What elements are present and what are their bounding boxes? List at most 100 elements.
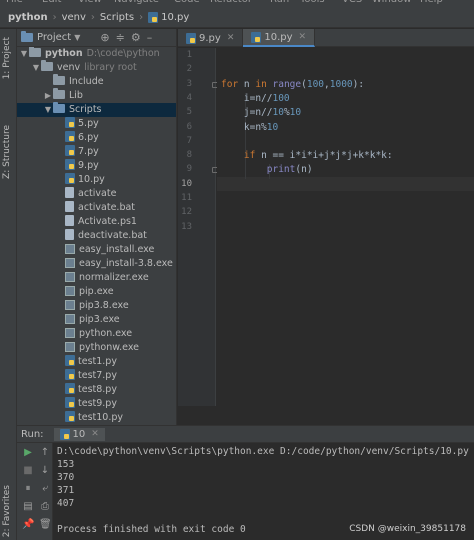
tree-item[interactable]: test1.py — [17, 355, 176, 369]
menu-item[interactable]: Refactor — [210, 0, 252, 5]
breadcrumb-separator-icon: › — [139, 12, 144, 23]
editor-tab[interactable]: 10.py ✕ — [243, 29, 316, 47]
favorites-side-tab[interactable]: 2: Favorites — [2, 485, 12, 537]
project-panel: Project ▼ ⊕ ≑ ⚙ – ▼ python D:\code\python ▼… — [17, 29, 177, 425]
tree-item[interactable]: 10.py — [17, 173, 176, 187]
tree-item-label: venv — [57, 62, 81, 73]
python-file-icon — [65, 355, 75, 366]
tree-item[interactable]: 5.py — [17, 117, 176, 131]
tree-item[interactable]: activate — [17, 187, 176, 201]
expand-arrow-icon[interactable]: ▼ — [31, 61, 41, 75]
collapse-arrow-icon[interactable]: ▶ — [43, 89, 53, 103]
print-icon[interactable]: ⎙ — [39, 501, 51, 513]
tree-item[interactable]: ▶ Lib — [17, 88, 176, 103]
run-config-tab[interactable]: 10 ✕ — [53, 427, 105, 441]
project-toolbar: Project ▼ ⊕ ≑ ⚙ – — [17, 29, 176, 47]
stop-icon[interactable]: ■ — [22, 465, 34, 477]
pause-icon[interactable]: ⏸ — [22, 483, 34, 495]
tree-item[interactable]: deactivate.bat — [17, 229, 176, 243]
folder-icon — [29, 47, 41, 57]
tree-item[interactable]: pip3.8.exe — [17, 299, 176, 313]
tree-item[interactable]: test8.py — [17, 383, 176, 397]
hide-panel-icon[interactable]: – — [147, 31, 153, 44]
layout-icon[interactable]: ▤ — [22, 501, 34, 513]
line-number: 7 — [186, 135, 192, 146]
tree-item[interactable]: 6.py — [17, 131, 176, 145]
tree-item-label: 5.py — [78, 118, 99, 129]
tree-item[interactable]: ▼ python D:\code\python — [17, 47, 176, 61]
console-line: 153 — [57, 459, 75, 470]
tree-item[interactable]: Activate.ps1 — [17, 215, 176, 229]
console-line: 407 — [57, 498, 75, 509]
line-number: 8 — [186, 150, 192, 161]
trash-icon[interactable]: 🗑 — [39, 519, 52, 531]
tree-item[interactable]: 7.py — [17, 145, 176, 159]
text-file-icon — [65, 215, 74, 226]
tree-item[interactable]: pip3.exe — [17, 313, 176, 327]
menu-item[interactable]: Code — [174, 0, 200, 5]
tree-item-label: pip3.8.exe — [79, 300, 129, 311]
locate-target-icon[interactable]: ⊕ — [100, 31, 109, 44]
structure-side-tab[interactable]: Z: Structure — [2, 125, 12, 179]
tree-item[interactable]: python.exe — [17, 327, 176, 341]
tree-item[interactable]: Include — [17, 74, 176, 89]
project-tree: ▼ python D:\code\python ▼ venv library root In… — [17, 47, 176, 425]
tree-item[interactable]: test9.py — [17, 397, 176, 411]
tree-item[interactable]: pythonw.exe — [17, 341, 176, 355]
python-file-icon — [186, 32, 196, 44]
soft-wrap-icon[interactable]: ⤶ — [39, 483, 51, 495]
menu-item[interactable]: Run — [270, 0, 289, 5]
breadcrumb-item[interactable]: python — [8, 12, 48, 23]
menubar: File Edit View Navigate Code Refactor Run Tools… — [0, 0, 474, 8]
menu-item[interactable]: Window — [372, 0, 411, 5]
project-view-selector[interactable]: Project — [37, 32, 71, 43]
close-icon[interactable]: ✕ — [91, 429, 99, 439]
tree-item[interactable]: activate.bat — [17, 201, 176, 215]
gear-icon[interactable]: ⚙ — [131, 31, 141, 44]
current-line-highlight — [217, 176, 474, 191]
code-token: 10 — [272, 107, 284, 119]
expand-arrow-icon[interactable]: ▼ — [43, 103, 53, 117]
tree-item-label: pip3.exe — [79, 314, 120, 325]
tree-item[interactable]: ▼ venv library root — [17, 60, 176, 75]
menu-item[interactable]: Navigate — [114, 0, 159, 5]
menu-item[interactable]: File — [6, 0, 23, 5]
pin-icon[interactable]: 📌 — [22, 519, 34, 531]
tree-item[interactable]: pip.exe — [17, 285, 176, 299]
breadcrumb-item[interactable]: venv — [62, 12, 86, 23]
close-icon[interactable]: ✕ — [227, 33, 235, 43]
menu-item[interactable]: View — [78, 0, 102, 5]
project-side-tab[interactable]: 1: Project — [2, 37, 12, 79]
code-line: k=n%10 — [221, 122, 278, 133]
tree-item-label: test1.py — [78, 356, 117, 367]
tree-item[interactable]: easy_install.exe — [17, 243, 176, 257]
collapse-all-icon[interactable]: ≑ — [116, 31, 125, 44]
code-editor[interactable]: for n in range(100,1000): i=n//100 j=n//… — [217, 48, 474, 406]
tree-item[interactable]: easy_install-3.8.exe — [17, 257, 176, 271]
up-arrow-icon[interactable]: ↑ — [39, 447, 51, 459]
tree-item[interactable]: 9.py — [17, 159, 176, 173]
tree-item[interactable]: normalizer.exe — [17, 271, 176, 285]
expand-arrow-icon[interactable]: ▼ — [19, 47, 29, 61]
breadcrumb-item[interactable]: 10.py — [161, 12, 189, 23]
tree-item[interactable]: ▼ Scripts — [17, 102, 176, 117]
close-icon[interactable]: ✕ — [299, 32, 307, 42]
menu-item[interactable]: Help — [420, 0, 443, 5]
down-arrow-icon[interactable]: ↓ — [39, 465, 51, 477]
rerun-icon[interactable]: ▶ — [22, 447, 34, 459]
left-tool-strip: 1: Project Z: Structure 2: Favorites — [0, 29, 17, 540]
breadcrumb-item[interactable]: Scripts — [100, 12, 134, 23]
code-token: j=n// — [221, 107, 273, 119]
menu-item[interactable]: Tools — [300, 0, 325, 5]
code-token: n == i*i*i+j*j*j+k*k*k: — [261, 150, 393, 162]
tree-item[interactable]: test7.py — [17, 369, 176, 383]
folder-icon — [53, 88, 65, 99]
editor-tab[interactable]: 9.py ✕ — [178, 29, 244, 47]
tree-item-label: Lib — [69, 90, 83, 101]
tree-item[interactable]: test10.py — [17, 411, 176, 425]
menu-item[interactable]: Edit — [42, 0, 61, 5]
editor-tab-bar: 9.py ✕ 10.py ✕ — [178, 29, 474, 47]
chevron-down-icon[interactable]: ▼ — [74, 33, 80, 42]
menu-item[interactable]: VCS — [342, 0, 362, 5]
